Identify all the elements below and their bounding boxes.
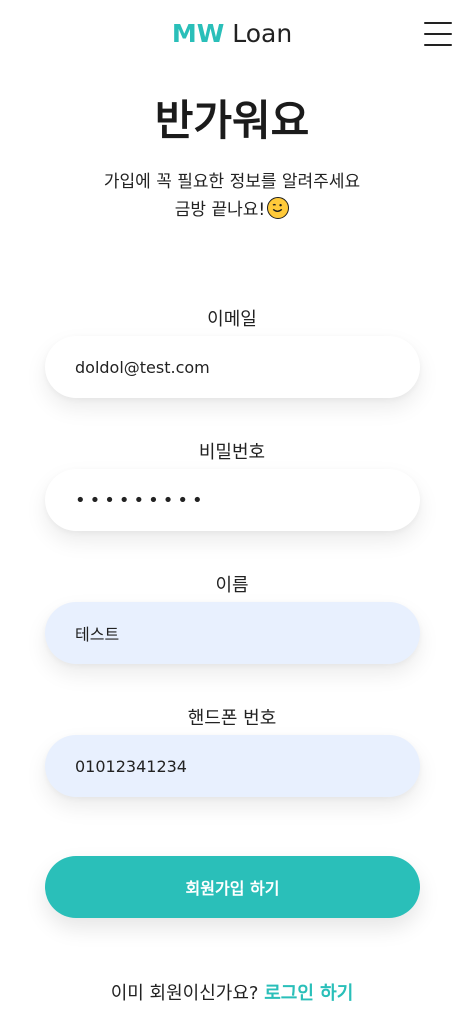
email-field[interactable] [45,336,420,398]
password-field[interactable] [45,469,420,531]
winking-face-icon [267,197,290,219]
header: MW Loan [0,0,464,68]
page-subtitle: 가입에 꼭 필요한 정보를 알려주세요 금방 끝나요! [0,168,464,224]
signup-button[interactable]: 회원가입 하기 [45,856,420,918]
subtitle-line-2: 금방 끝나요! [0,196,464,224]
email-label: 이메일 [207,309,257,330]
logo-brand: MW [171,19,225,48]
hamburger-menu-icon[interactable] [424,20,452,46]
phone-field[interactable] [45,735,420,797]
name-field[interactable] [45,602,420,664]
subtitle-line-2-text: 금방 끝나요! [174,200,266,220]
logo-text: Loan [232,19,293,48]
login-question: 이미 회원이신가요? [110,983,259,1004]
login-link[interactable]: 로그인 하기 [264,983,353,1004]
phone-label: 핸드폰 번호 [187,708,277,729]
page-title: 반가워요 [154,96,310,145]
signup-page: MW Loan 반가워요 가입에 꼭 필요한 정보를 알려주세요 금방 끝나요!… [0,0,464,1032]
app-logo[interactable]: MW Loan [0,18,464,50]
subtitle-line-1: 가입에 꼭 필요한 정보를 알려주세요 [103,172,361,192]
password-label: 비밀번호 [198,442,266,463]
login-prompt: 이미 회원이신가요? 로그인 하기 [0,980,464,1008]
name-label: 이름 [215,575,249,596]
